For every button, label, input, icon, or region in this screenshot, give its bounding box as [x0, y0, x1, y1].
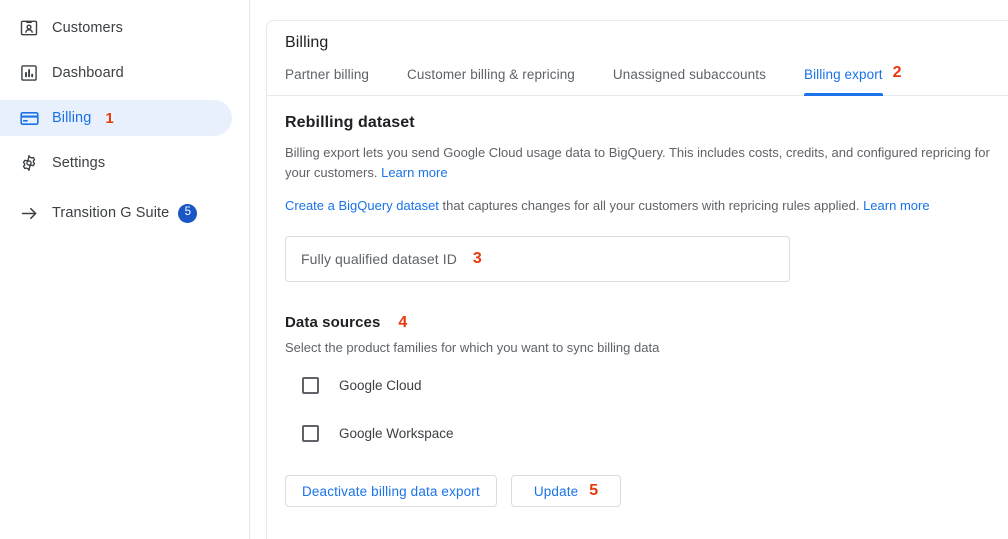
deactivate-button-label: Deactivate billing data export — [302, 483, 480, 499]
app-root: Customers Dashboard Billing 1 Settings T… — [0, 0, 1008, 539]
checkbox-google-cloud[interactable] — [302, 376, 319, 394]
sidebar-item-customers[interactable]: Customers — [0, 10, 232, 46]
step-marker-2: 2 — [892, 64, 902, 81]
tab-label: Billing export — [803, 67, 883, 82]
sidebar-item-billing[interactable]: Billing 1 — [0, 100, 232, 136]
learn-more-link-2[interactable]: Learn more — [863, 198, 929, 213]
sidebar-item-label: Billing — [52, 110, 92, 126]
rebilling-description: Billing export lets you send Google Clou… — [285, 143, 1008, 183]
sidebar-item-label: Customers — [52, 20, 123, 36]
data-sources-heading-label: Data sources — [285, 314, 381, 331]
tab-unassigned-subaccounts[interactable]: Unassigned subaccounts — [613, 67, 766, 95]
sidebar-badge-count: 5 — [178, 203, 198, 223]
sidebar: Customers Dashboard Billing 1 Settings T… — [0, 0, 250, 539]
credit-card-icon — [18, 107, 40, 129]
rebilling-dataset-heading: Rebilling dataset — [285, 114, 415, 131]
checkbox-google-workspace[interactable] — [302, 424, 319, 442]
step-marker-5: 5 — [589, 482, 599, 500]
update-button-label: Update — [533, 483, 579, 499]
arrow-right-icon — [18, 202, 40, 224]
checkbox-label: Google Workspace — [339, 425, 454, 441]
tab-billing-export[interactable]: Billing export 2 — [803, 65, 902, 96]
tab-label: Unassigned subaccounts — [612, 67, 766, 82]
card-header: Billing Partner billing Customer billing… — [267, 21, 1008, 96]
create-dataset-text: that captures changes for all your custo… — [438, 198, 864, 213]
create-bigquery-dataset-link[interactable]: Create a BigQuery dataset — [285, 198, 439, 213]
checkbox-row-google-workspace[interactable]: Google Workspace — [285, 423, 1008, 443]
dataset-id-placeholder: Fully qualified dataset ID — [301, 251, 457, 267]
sidebar-item-label: Dashboard — [52, 65, 124, 81]
tab-label: Customer billing & repricing — [407, 67, 575, 82]
sidebar-item-label: Transition G Suite — [52, 205, 170, 221]
tab-label: Partner billing — [285, 67, 370, 82]
dataset-id-input[interactable]: Fully qualified dataset ID 3 — [285, 236, 790, 282]
data-sources-subtitle: Select the product families for which yo… — [285, 340, 660, 356]
step-marker-3: 3 — [472, 250, 482, 267]
step-marker-1: 1 — [105, 109, 114, 127]
data-sources-heading: Data sources 4 — [285, 314, 1008, 331]
checkbox-label: Google Cloud — [339, 377, 422, 393]
page-title: Billing — [285, 34, 329, 51]
deactivate-billing-data-export-button[interactable]: Deactivate billing data export — [285, 475, 497, 508]
billing-card: Billing Partner billing Customer billing… — [266, 20, 1008, 539]
sidebar-item-settings[interactable]: Settings — [0, 145, 232, 181]
tab-partner-billing[interactable]: Partner billing — [285, 67, 369, 95]
gear-icon — [18, 152, 40, 174]
tab-bar: Partner billing Customer billing & repri… — [267, 52, 1008, 96]
sidebar-item-transition-g-suite[interactable]: Transition G Suite 5 — [0, 195, 232, 231]
card-body: Rebilling dataset Billing export lets yo… — [267, 96, 1008, 508]
checkbox-row-google-cloud[interactable]: Google Cloud — [285, 375, 1008, 395]
action-button-row: Deactivate billing data export Update 5 — [285, 475, 1008, 508]
bar-chart-icon — [18, 62, 40, 84]
learn-more-link[interactable]: Learn more — [381, 165, 447, 180]
sidebar-item-dashboard[interactable]: Dashboard — [0, 55, 232, 91]
create-dataset-line: Create a BigQuery dataset that captures … — [285, 196, 1008, 216]
tab-customer-billing-repricing[interactable]: Customer billing & repricing — [407, 67, 575, 95]
sidebar-item-label: Settings — [52, 155, 106, 171]
contact-card-icon — [18, 17, 40, 39]
data-sources-section: Data sources 4 Select the product familie… — [285, 314, 1008, 443]
step-marker-4: 4 — [398, 314, 408, 332]
update-button[interactable]: Update 5 — [510, 475, 622, 508]
